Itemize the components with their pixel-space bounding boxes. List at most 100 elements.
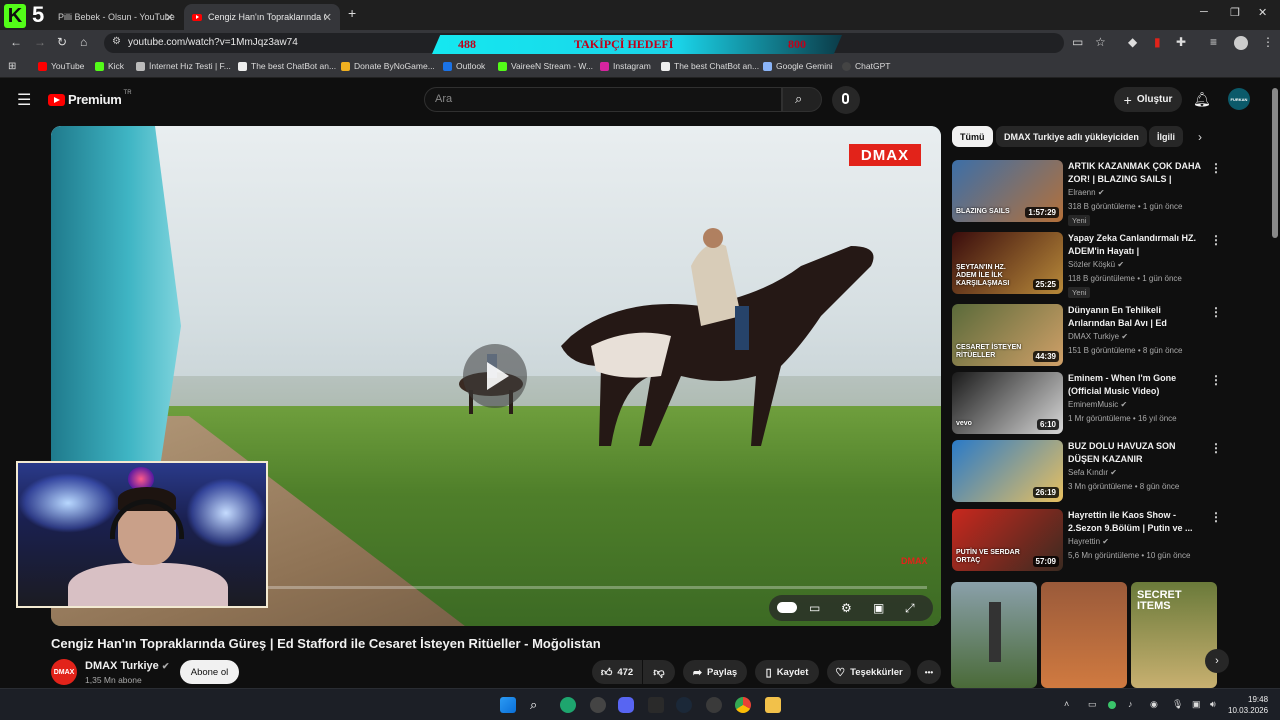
recommendation-item[interactable]: ŞEYTAN'IN HZ. ADEM İLE İLK KARŞILAŞMASI 2… — [952, 232, 1262, 298]
recommendation-thumbnail[interactable]: BLAZING SAILS 1:57:29 — [952, 160, 1063, 222]
extension-icon[interactable]: ◆ — [1128, 35, 1137, 49]
tab-pilli-bebek[interactable]: Pilli Bebek - Olsun - YouTube ✕ — [50, 4, 182, 30]
recommendation-thumbnail[interactable]: CESARET İSTEYEN RİTÜELLER 44:39 — [952, 304, 1063, 366]
search-button[interactable]: ⌕ — [782, 87, 822, 112]
close-tab-icon[interactable]: ✕ — [323, 11, 332, 24]
minimize-icon[interactable]: ─ — [1200, 6, 1208, 18]
reload-icon[interactable]: ↻ — [57, 35, 67, 49]
share-button[interactable]: ➦ Paylaş — [683, 660, 747, 684]
recommendation-thumbnail[interactable]: 26:19 — [952, 440, 1063, 502]
more-options-icon[interactable]: ⋮ — [1210, 233, 1222, 247]
voice-search-button[interactable] — [832, 86, 860, 114]
bookmark-kick[interactable]: Kick — [95, 61, 124, 71]
recommendation-channel[interactable]: Elraenn ✔ — [1068, 188, 1105, 197]
extension-icon[interactable]: ▮ — [1154, 35, 1161, 49]
shorts-item[interactable]: SECRET ITEMS — [1131, 582, 1217, 688]
channel-name[interactable]: DMAX Turkiye ✔ — [85, 660, 169, 672]
obs-icon[interactable] — [706, 697, 722, 713]
create-button[interactable]: + Oluştur — [1114, 87, 1182, 112]
bookmark-donate[interactable]: Donate ByNoGame... — [341, 61, 435, 71]
recommendation-thumbnail[interactable]: PUTİN VE SERDAR ORTAÇ 57:09 — [952, 509, 1063, 571]
subtitles-icon[interactable]: ▭ — [809, 601, 820, 615]
app-icon[interactable] — [590, 697, 606, 713]
fullscreen-icon[interactable]: ⤢ — [905, 601, 915, 616]
reading-list-icon[interactable]: ≡ — [1210, 35, 1217, 49]
cast-icon[interactable]: ▭ — [1072, 35, 1083, 49]
recommendation-title[interactable]: Dünyanın En Tehlikeli Arılarından Bal Av… — [1068, 304, 1204, 330]
tab-cengiz-han[interactable]: Cengiz Han'ın Topraklarında Gü ✕ — [184, 4, 340, 30]
taskbar-search-icon[interactable]: ⌕ — [530, 697, 546, 713]
file-explorer-icon[interactable] — [765, 697, 781, 713]
tray-status-icon[interactable] — [1108, 701, 1116, 709]
recommendation-channel[interactable]: Hayrettin ✔ — [1068, 537, 1109, 546]
shorts-item[interactable] — [951, 582, 1037, 688]
channel-avatar[interactable]: DMAX — [51, 659, 77, 685]
search-input[interactable]: Ara — [424, 87, 782, 112]
recommendation-title[interactable]: BUZ DOLU HAVUZA SON DÜŞEN KAZANIR — [1068, 440, 1204, 466]
shorts-next-button[interactable]: › — [1205, 649, 1229, 673]
tray-monitor-icon[interactable]: ▣ — [1192, 699, 1201, 710]
dislike-button[interactable]: 👎︎ — [643, 660, 675, 684]
recommendation-thumbnail[interactable]: ŞEYTAN'IN HZ. ADEM İLE İLK KARŞILAŞMASI 2… — [952, 232, 1063, 294]
bookmark-chatgpt[interactable]: ChatGPT — [842, 61, 890, 71]
more-options-icon[interactable]: ⋮ — [1210, 373, 1222, 387]
like-button[interactable]: 👍︎ 472 — [592, 660, 642, 684]
account-avatar[interactable]: FURKAN — [1228, 88, 1250, 110]
steam-icon[interactable] — [676, 697, 692, 713]
bookmark-gemini[interactable]: Google Gemini — [763, 61, 833, 71]
profile-avatar-icon[interactable] — [1234, 36, 1248, 50]
bookmark-star-icon[interactable]: ☆ — [1095, 35, 1106, 49]
menu-kebab-icon[interactable]: ⋮ — [1262, 35, 1274, 49]
recommendation-item[interactable]: 26:19 BUZ DOLU HAVUZA SON DÜŞEN KAZANIR Se… — [952, 440, 1262, 502]
epic-games-icon[interactable] — [648, 697, 664, 713]
forward-icon[interactable]: → — [34, 35, 46, 49]
bookmark-vaireen[interactable]: VaireeN Stream - W... — [498, 61, 593, 71]
settings-gear-icon[interactable]: ⚙ — [841, 601, 852, 615]
more-options-icon[interactable]: ⋮ — [1210, 161, 1222, 175]
bookmark-speedtest[interactable]: İnternet Hız Testi | F... — [136, 61, 231, 71]
tray-chevron-icon[interactable]: ˄ — [1064, 699, 1069, 709]
recommendation-item[interactable]: CESARET İSTEYEN RİTÜELLER 44:39 Dünyanın E… — [952, 304, 1262, 366]
apps-grid-icon[interactable]: ⊞ — [8, 61, 16, 72]
recommendation-title[interactable]: ARTIK KAZANMAK ÇOK DAHA ZOR! | BLAZING S… — [1068, 160, 1204, 186]
play-button[interactable] — [463, 344, 527, 408]
save-button[interactable]: ▯ Kaydet — [755, 660, 819, 684]
more-actions-button[interactable]: ••• — [917, 660, 941, 684]
system-clock[interactable]: 19:48 10.03.2026 — [1228, 694, 1268, 716]
tray-volume-icon[interactable]: 🔊︎ — [1210, 699, 1216, 710]
page-scrollbar[interactable] — [1272, 88, 1278, 238]
tray-mic-icon[interactable]: 🎙︎ — [1172, 699, 1183, 710]
thanks-button[interactable]: ♡ Teşekkürler — [827, 660, 911, 684]
bookmark-chatbot-2[interactable]: The best ChatBot an... — [661, 61, 759, 71]
recommendation-title[interactable]: Hayrettin ile Kaos Show - 2.Sezon 9.Bölü… — [1068, 509, 1204, 535]
more-options-icon[interactable]: ⋮ — [1210, 441, 1222, 455]
tray-speaker-icon[interactable]: ♪ — [1128, 699, 1133, 709]
site-info-icon[interactable]: ⚙ — [112, 36, 121, 47]
back-icon[interactable]: ← — [10, 35, 22, 49]
tray-steam-icon[interactable]: ◉ — [1150, 699, 1158, 710]
recommendation-title[interactable]: Eminem - When I'm Gone (Official Music V… — [1068, 372, 1204, 398]
chip-related[interactable]: İlgili — [1149, 126, 1183, 147]
notifications-bell-icon[interactable]: 🔔︎ — [1193, 91, 1211, 108]
autoplay-toggle[interactable] — [777, 602, 797, 613]
bookmark-outlook[interactable]: Outlook — [443, 61, 485, 71]
bookmark-chatbot-1[interactable]: The best ChatBot an... — [238, 61, 336, 71]
more-options-icon[interactable]: ⋮ — [1210, 510, 1222, 524]
new-tab-button[interactable]: + — [348, 5, 356, 21]
close-window-icon[interactable]: ✕ — [1258, 6, 1267, 19]
close-tab-icon[interactable]: ✕ — [165, 11, 174, 24]
recommendation-channel[interactable]: Sefa Kındır ✔ — [1068, 468, 1117, 477]
extensions-puzzle-icon[interactable]: ✚ — [1176, 35, 1186, 49]
shorts-item[interactable] — [1041, 582, 1127, 688]
recommendation-item[interactable]: vevo 6:10 Eminem - When I'm Gone (Official… — [952, 372, 1262, 434]
bookmark-youtube[interactable]: YouTube — [38, 61, 84, 71]
recommendation-item[interactable]: PUTİN VE SERDAR ORTAÇ 57:09 Hayrettin ile … — [952, 509, 1262, 571]
bookmark-instagram[interactable]: Instagram — [600, 61, 651, 71]
recommendation-channel[interactable]: Sözler Köşkü ✔ — [1068, 260, 1124, 269]
hamburger-menu-icon[interactable]: ☰ — [17, 90, 31, 110]
recommendation-channel[interactable]: EminemMusic ✔ — [1068, 400, 1127, 409]
recommendation-channel[interactable]: DMAX Turkiye ✔ — [1068, 332, 1128, 341]
discord-icon[interactable] — [618, 697, 634, 713]
chips-next-icon[interactable]: › — [1198, 130, 1202, 144]
miniplayer-icon[interactable]: ▣ — [873, 601, 884, 615]
